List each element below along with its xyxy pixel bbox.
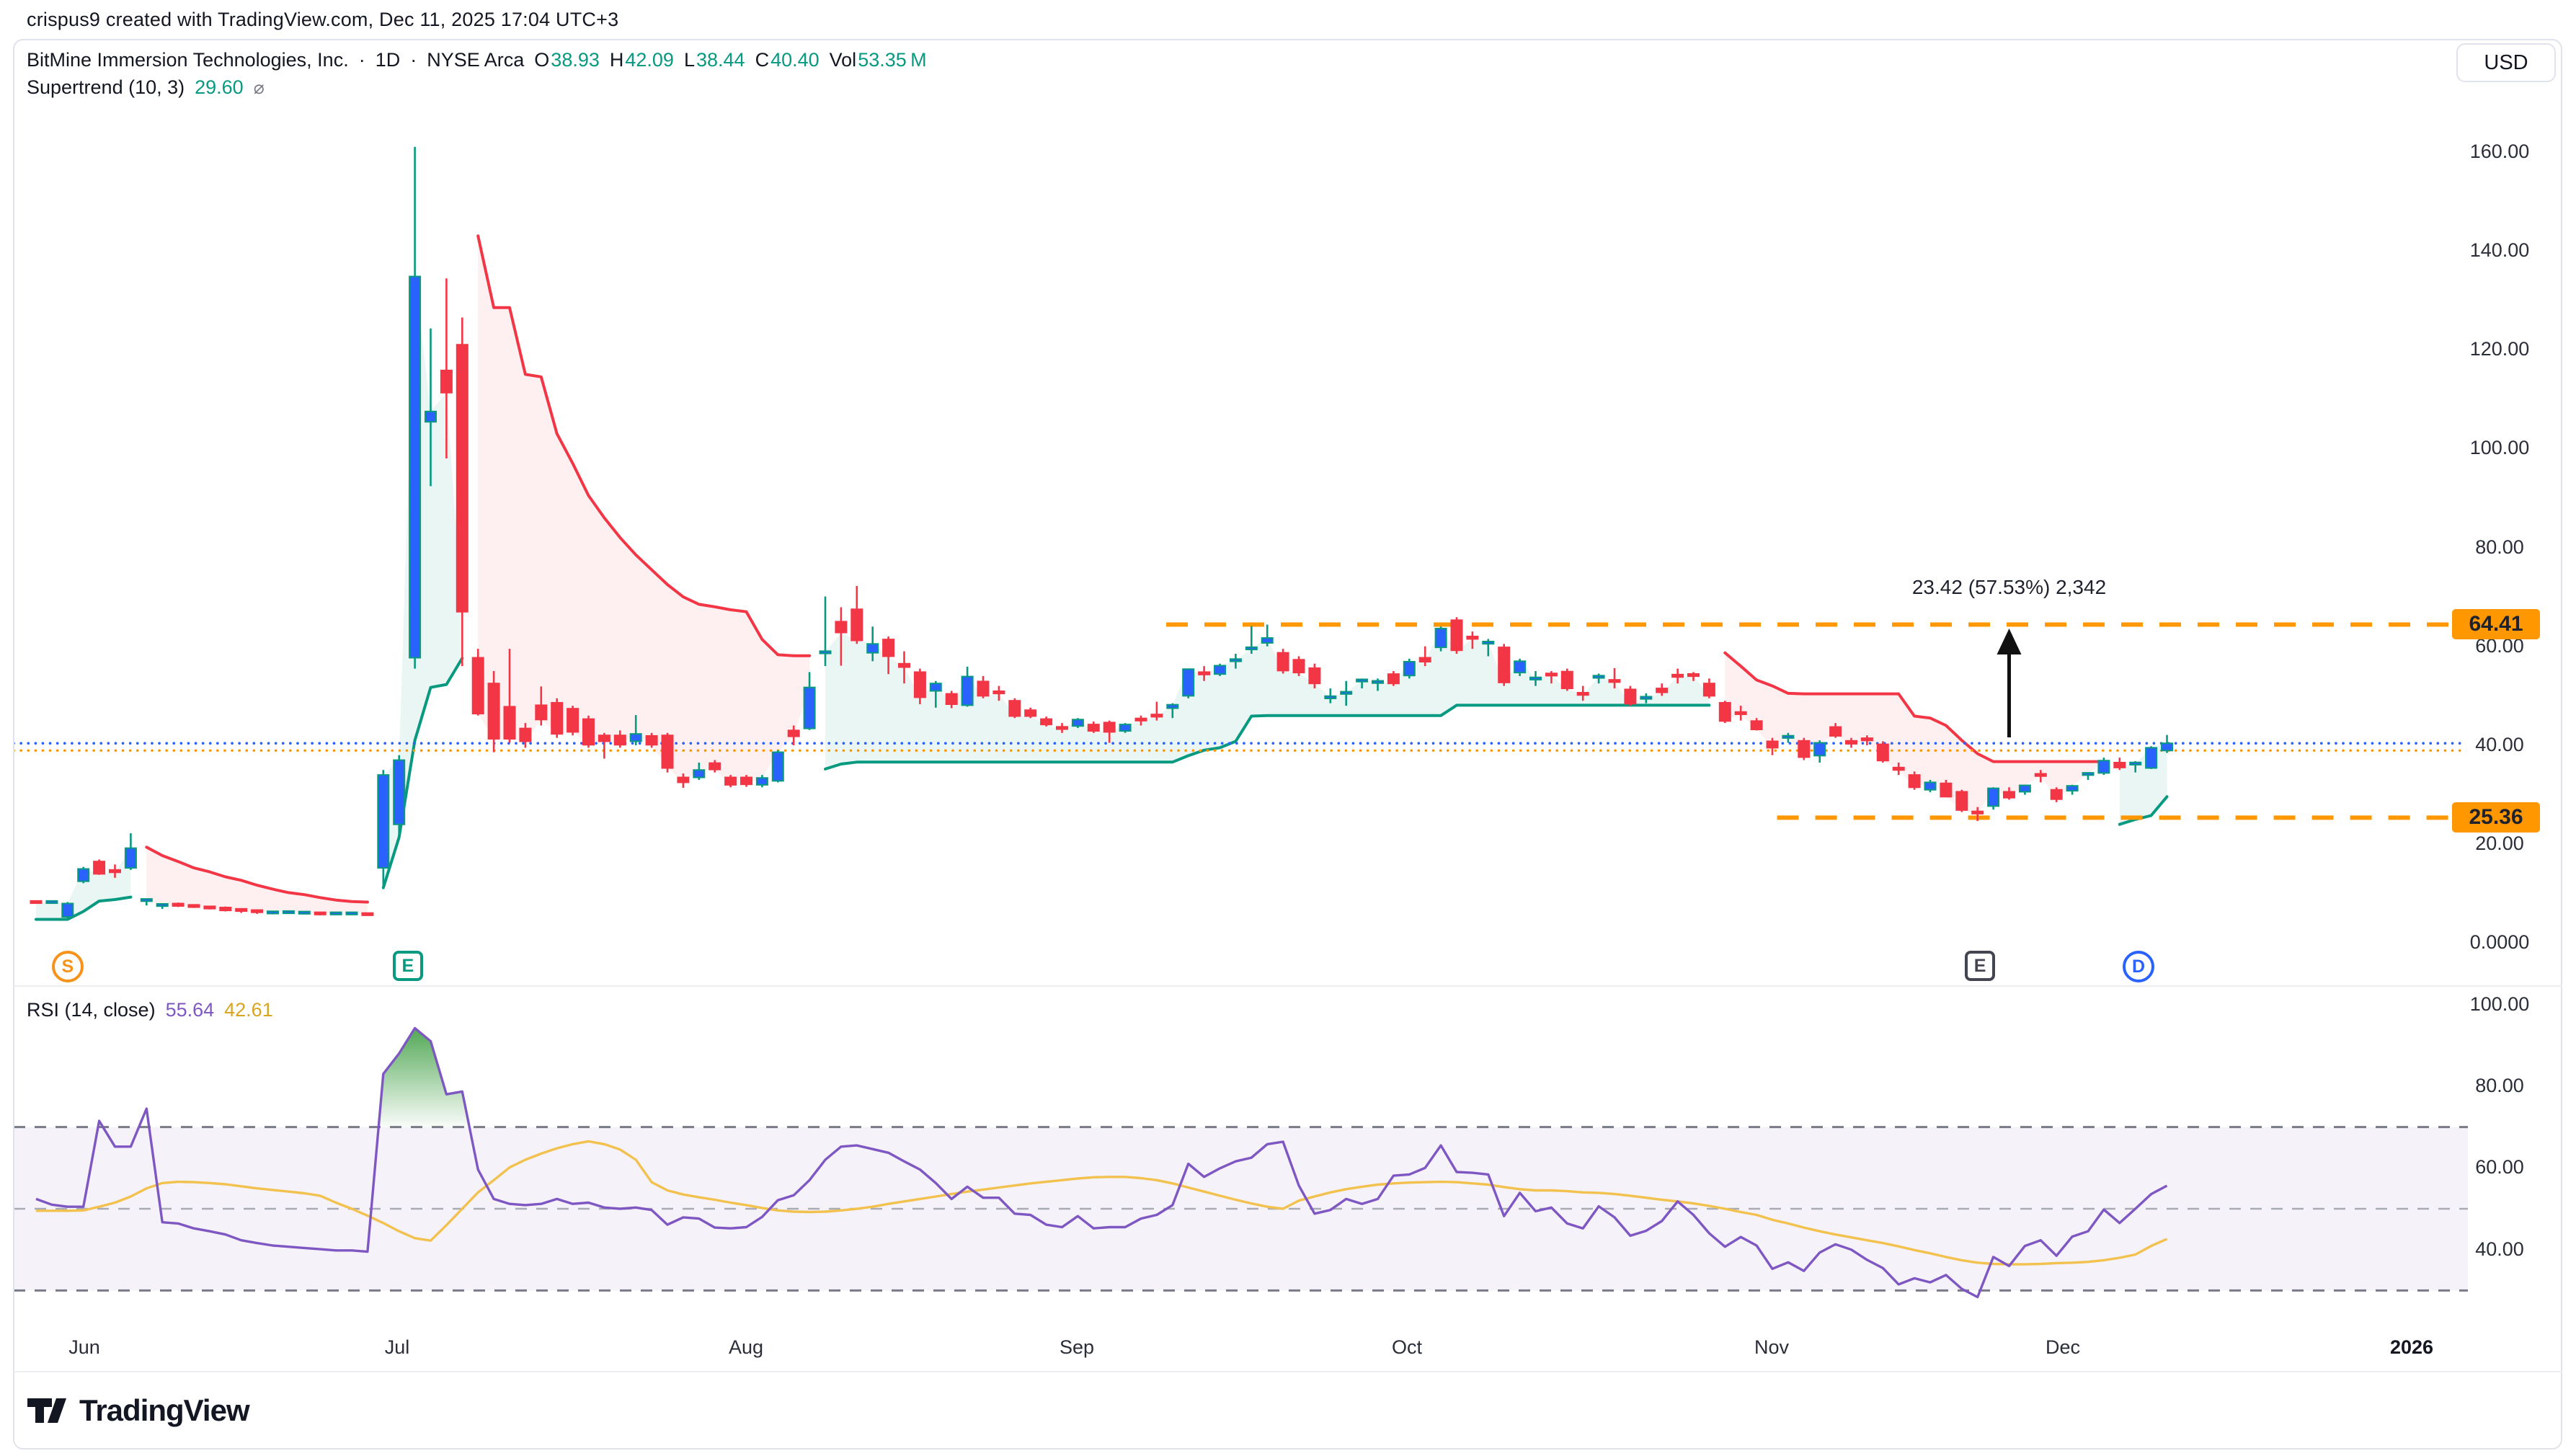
month-tick: Aug [703, 1336, 789, 1359]
close-value: C40.40 [755, 49, 820, 71]
indicator-hidden-icon[interactable]: ⌀ [254, 77, 265, 99]
event-marker-s[interactable]: S [52, 951, 84, 982]
interval-label[interactable]: 1D [376, 49, 401, 71]
legend-separator: · [410, 49, 417, 71]
open-value: O38.93 [534, 49, 600, 71]
rsi-tick: 60.00 [2462, 1156, 2537, 1178]
rsi-legend[interactable]: RSI (14, close) 55.64 42.61 [27, 999, 273, 1021]
rsi-ma-value: 42.61 [224, 999, 273, 1021]
indicator-value: 29.60 [195, 76, 244, 99]
month-tick: Dec [2020, 1336, 2106, 1359]
symbol-legend[interactable]: BitMine Immersion Technologies, Inc. · 1… [27, 49, 927, 71]
level-price-label: 25.36 [2452, 802, 2540, 833]
price-tick: 100.00 [2462, 437, 2537, 459]
tradingview-logo-text: TradingView [79, 1393, 249, 1428]
price-tick: 140.00 [2462, 239, 2537, 262]
rsi-name[interactable]: RSI (14, close) [27, 999, 156, 1021]
price-tick: 20.00 [2462, 833, 2537, 855]
month-tick: Nov [1728, 1336, 1815, 1359]
currency-button[interactable]: USD [2456, 43, 2556, 82]
rsi-tick: 100.00 [2462, 993, 2537, 1016]
rsi-line-value: 55.64 [166, 999, 215, 1021]
symbol-name[interactable]: BitMine Immersion Technologies, Inc. [27, 49, 349, 71]
bottom-separator [14, 1371, 2562, 1372]
tradingview-logo-icon [25, 1388, 69, 1433]
exchange-label: NYSE Arca [427, 49, 524, 71]
month-tick: Jul [354, 1336, 440, 1359]
price-tick: 160.00 [2462, 141, 2537, 163]
projection-annotation[interactable]: 23.42 (57.53%) 2,342 [1912, 576, 2106, 599]
price-tick: 120.00 [2462, 338, 2537, 360]
month-tick: Sep [1034, 1336, 1120, 1359]
rsi-tick: 40.00 [2462, 1238, 2537, 1261]
event-marker-e[interactable]: E [393, 951, 423, 981]
supertrend-legend[interactable]: Supertrend (10, 3) 29.60 ⌀ [27, 76, 265, 99]
legend-separator: · [359, 49, 365, 71]
month-tick: Oct [1364, 1336, 1450, 1359]
price-tick: 0.0000 [2462, 931, 2537, 954]
chart-canvas[interactable] [0, 0, 2576, 1456]
price-tick: 80.00 [2462, 536, 2537, 559]
rsi-tick: 80.00 [2462, 1075, 2537, 1097]
tradingview-logo[interactable]: TradingView [25, 1388, 249, 1433]
month-tick: Jun [41, 1336, 128, 1359]
event-marker-e[interactable]: E [1965, 951, 1995, 981]
event-marker-d[interactable]: D [2123, 951, 2154, 982]
watermark: crispus9 created with TradingView.com, D… [27, 9, 618, 31]
pane-separator[interactable] [14, 985, 2562, 987]
month-tick: 2026 [2368, 1336, 2455, 1359]
price-tick: 40.00 [2462, 734, 2537, 756]
level-price-label: 64.41 [2452, 609, 2540, 639]
high-value: H42.09 [610, 49, 674, 71]
volume-value: Vol53.35 M [830, 49, 927, 71]
indicator-name[interactable]: Supertrend (10, 3) [27, 76, 185, 99]
low-value: L38.44 [684, 49, 745, 71]
